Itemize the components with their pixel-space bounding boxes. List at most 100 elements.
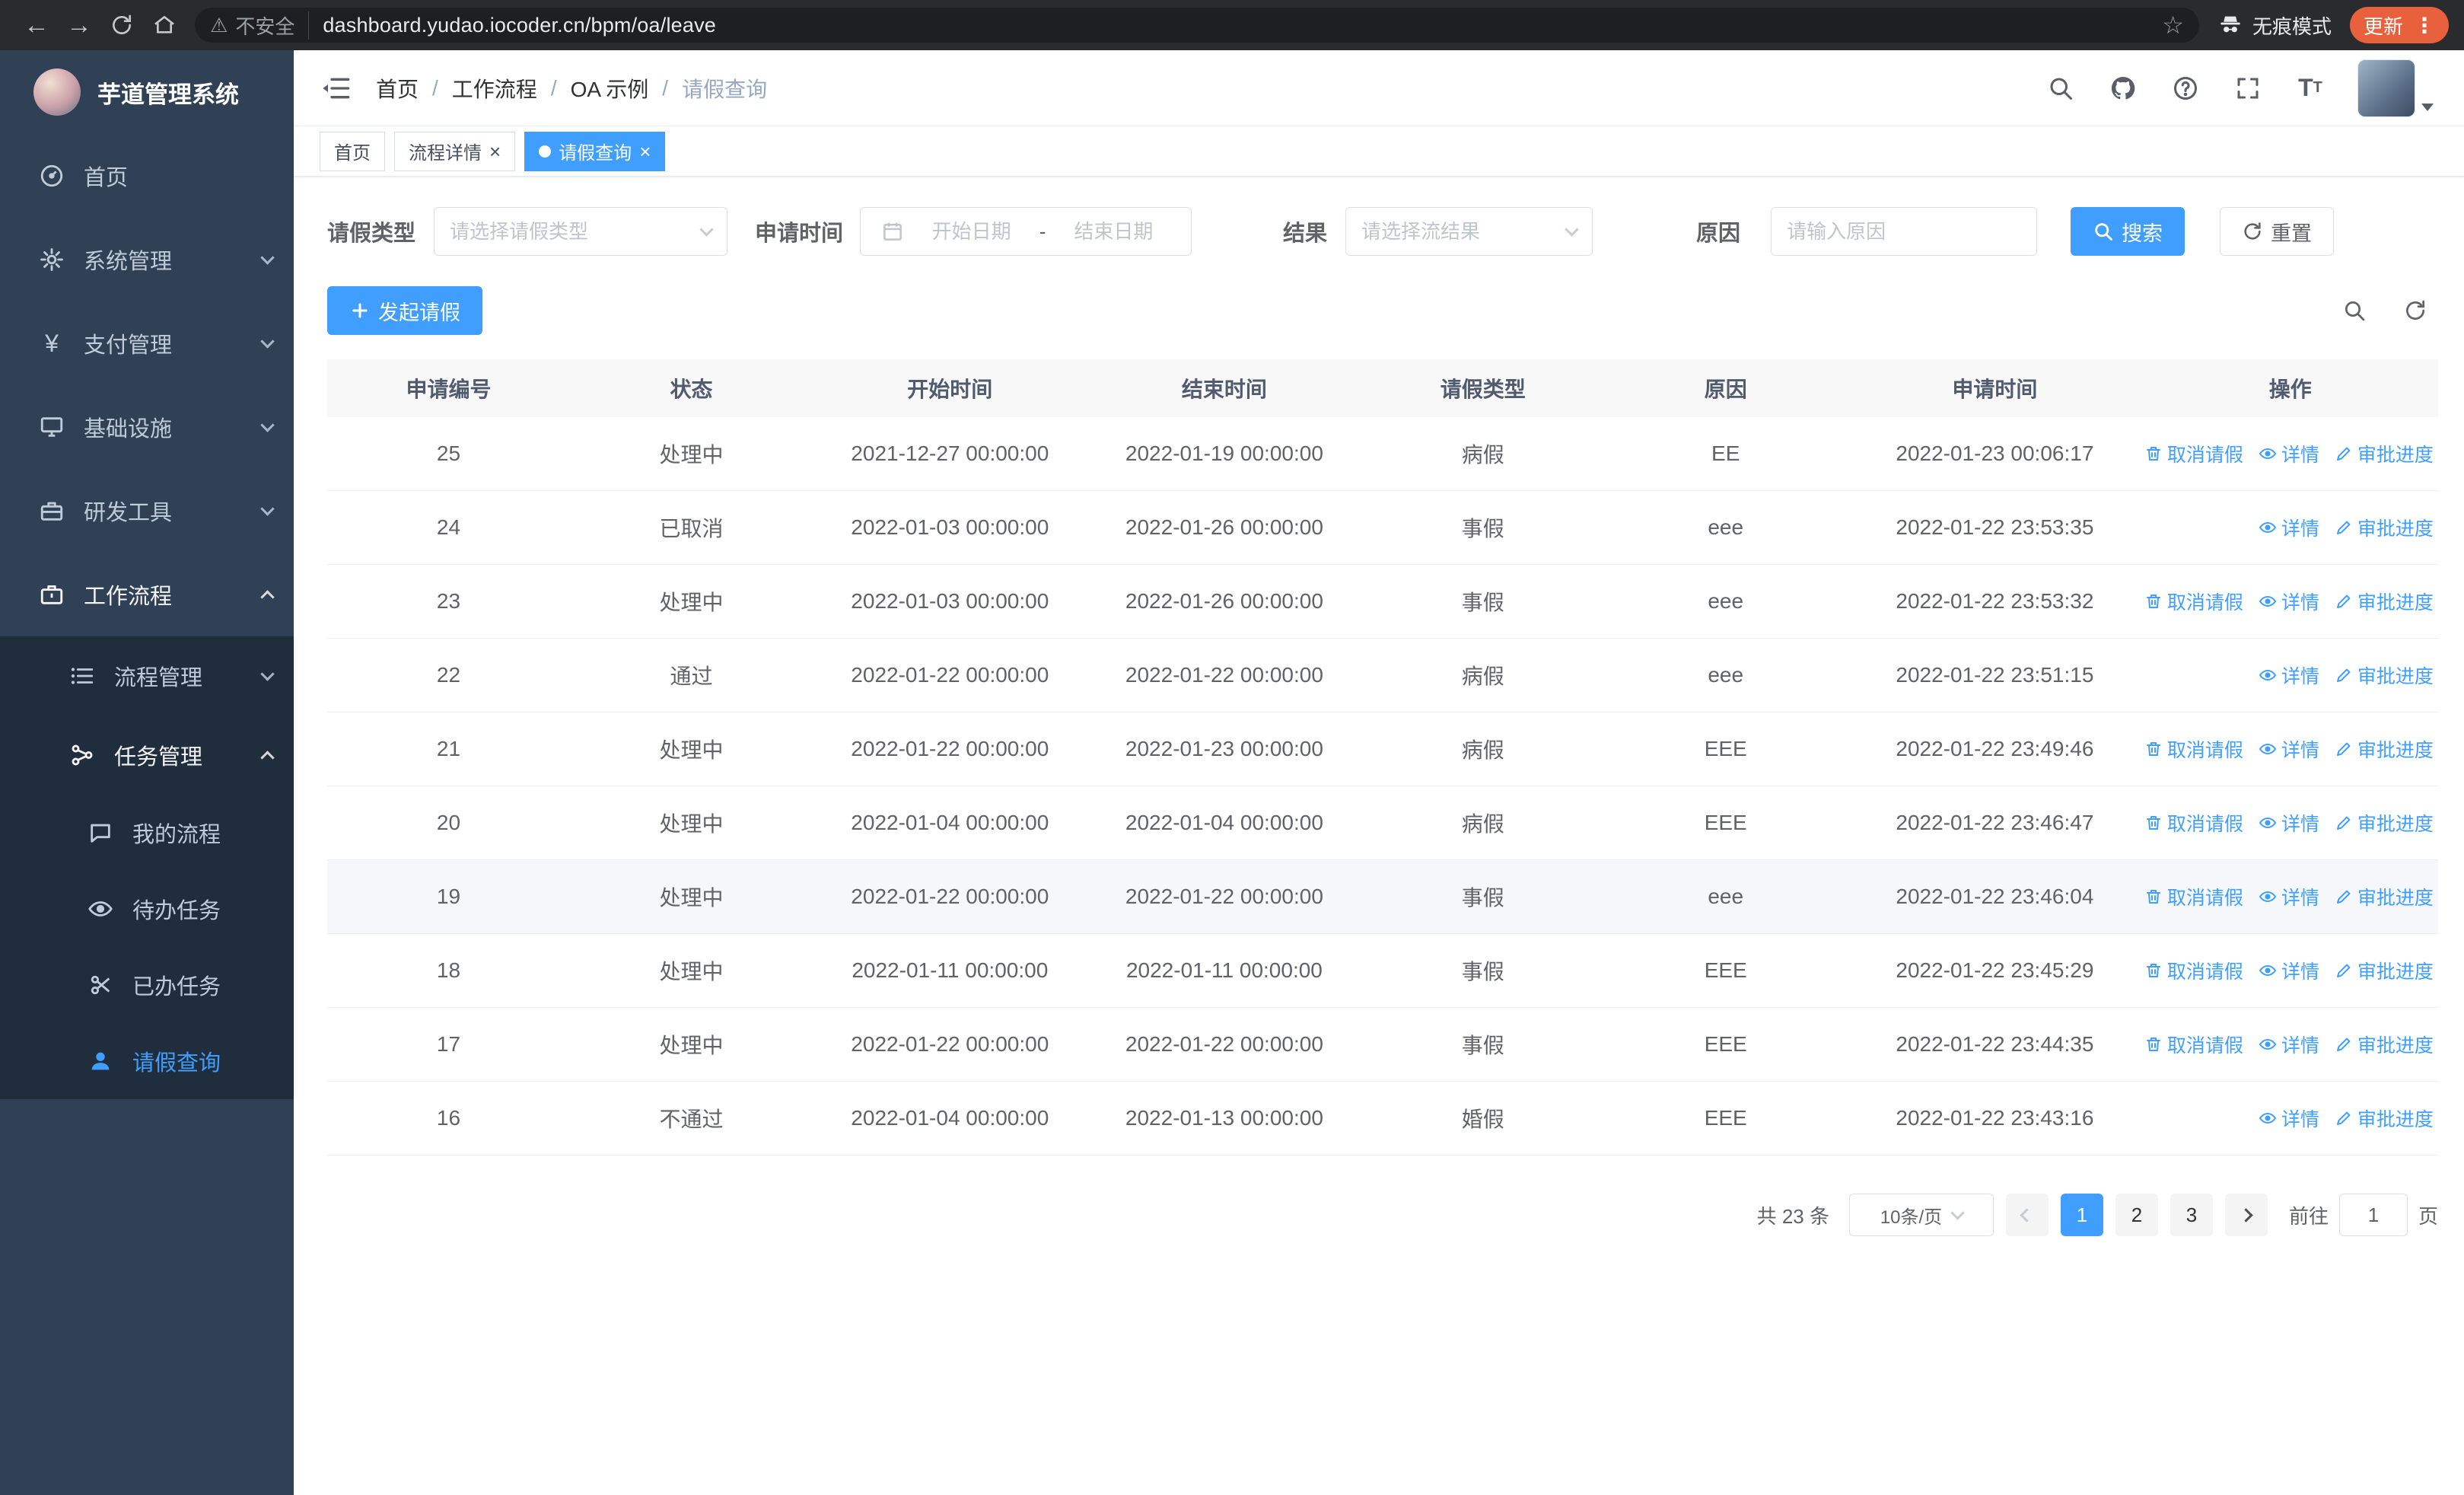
approval-progress-link[interactable]: 审批进度 xyxy=(2335,809,2434,837)
result-select[interactable] xyxy=(1345,207,1593,256)
user-menu[interactable] xyxy=(2357,59,2434,117)
cancel-leave-link[interactable]: 取消请假 xyxy=(2144,809,2243,837)
font-size-icon[interactable]: TT xyxy=(2295,73,2326,104)
search-button[interactable]: 搜索 xyxy=(2071,207,2185,256)
close-icon[interactable]: × xyxy=(489,142,501,161)
sidebar-item-devtools[interactable]: 研发工具 xyxy=(0,469,294,553)
close-icon[interactable]: × xyxy=(639,142,651,161)
reset-button[interactable]: 重置 xyxy=(2220,207,2335,256)
sidebar-item-workflow[interactable]: 工作流程 xyxy=(0,553,294,636)
sidebar-item-home[interactable]: 首页 xyxy=(0,134,294,218)
delete-icon xyxy=(2144,888,2163,906)
next-page-button[interactable] xyxy=(2224,1194,2268,1236)
approval-progress-link[interactable]: 审批进度 xyxy=(2335,514,2434,541)
sidebar-item-infrastructure[interactable]: 基础设施 xyxy=(0,385,294,469)
approval-progress-link[interactable]: 审批进度 xyxy=(2335,1105,2434,1132)
help-icon[interactable] xyxy=(2170,73,2201,104)
sidebar-item-leave-query[interactable]: 请假查询 xyxy=(0,1023,294,1099)
browser-menu-icon[interactable]: ⋮ xyxy=(2414,13,2435,38)
end-date-input[interactable] xyxy=(1056,219,1171,244)
browser-update-button[interactable]: 更新 ⋮ xyxy=(2349,7,2449,43)
detail-link[interactable]: 详情 xyxy=(2259,1031,2319,1058)
breadcrumb-home[interactable]: 首页 xyxy=(376,73,419,104)
page-size-select[interactable]: 10条/页 xyxy=(1848,1194,1994,1236)
cell-id: 24 xyxy=(436,515,461,539)
apply-time-range-picker[interactable]: - xyxy=(860,207,1192,256)
cell-status: 通过 xyxy=(670,665,713,688)
leave-type-input[interactable] xyxy=(450,219,693,244)
fullscreen-icon[interactable] xyxy=(2233,73,2263,104)
detail-link[interactable]: 详情 xyxy=(2259,514,2319,541)
search-icon[interactable] xyxy=(2045,73,2076,104)
cancel-leave-link[interactable]: 取消请假 xyxy=(2144,1031,2243,1058)
github-icon[interactable] xyxy=(2108,73,2138,104)
breadcrumb-separator: / xyxy=(432,75,438,100)
cell-status: 处理中 xyxy=(659,591,724,614)
toggle-search-icon[interactable] xyxy=(2339,295,2370,326)
cell-id: 21 xyxy=(436,737,461,760)
browser-reload-icon[interactable] xyxy=(100,7,143,43)
sidebar-item-process-management[interactable]: 流程管理 xyxy=(0,636,294,716)
detail-link[interactable]: 详情 xyxy=(2259,735,2319,763)
sidebar-item-payment[interactable]: ¥ 支付管理 xyxy=(0,301,294,385)
detail-link[interactable]: 详情 xyxy=(2259,809,2319,837)
sidebar-item-todo-tasks[interactable]: 待办任务 xyxy=(0,871,294,947)
cancel-leave-link[interactable]: 取消请假 xyxy=(2144,440,2243,467)
detail-link[interactable]: 详情 xyxy=(2259,440,2319,467)
cell-apply-time: 2022-01-22 23:53:35 xyxy=(1896,515,2094,539)
app-logo[interactable]: 芋道管理系统 xyxy=(0,50,294,134)
leave-type-select[interactable] xyxy=(434,207,728,256)
address-bar[interactable]: ⚠ 不安全 dashboard.yudao.iocoder.cn/bpm/oa/… xyxy=(195,8,2199,43)
detail-link[interactable]: 详情 xyxy=(2259,883,2319,910)
page-button-1[interactable]: 1 xyxy=(2060,1194,2103,1236)
detail-link[interactable]: 详情 xyxy=(2259,661,2319,689)
tab-leave-query[interactable]: 请假查询 × xyxy=(524,131,666,171)
user-avatar[interactable] xyxy=(2357,59,2415,117)
refresh-table-icon[interactable] xyxy=(2400,295,2431,326)
delete-icon xyxy=(2144,740,2163,758)
prev-page-button[interactable] xyxy=(2005,1194,2049,1236)
result-input[interactable] xyxy=(1361,219,1558,244)
table-row: 17 处理中 2022-01-22 00:00:00 2022-01-22 00:00… xyxy=(327,1008,2438,1082)
approval-progress-link[interactable]: 审批进度 xyxy=(2335,957,2434,984)
tab-process-detail[interactable]: 流程详情 × xyxy=(394,131,516,171)
reason-field[interactable] xyxy=(1771,207,2038,256)
cancel-leave-link[interactable]: 取消请假 xyxy=(2144,883,2243,910)
approval-progress-link[interactable]: 审批进度 xyxy=(2335,1031,2434,1058)
approval-progress-link[interactable]: 审批进度 xyxy=(2335,588,2434,615)
browser-forward-icon[interactable]: → xyxy=(58,7,100,43)
detail-link[interactable]: 详情 xyxy=(2259,1105,2319,1132)
approval-progress-link[interactable]: 审批进度 xyxy=(2335,440,2434,467)
sidebar-toggle-icon[interactable] xyxy=(317,69,355,107)
page-button-3[interactable]: 3 xyxy=(2170,1194,2213,1236)
page-button-2[interactable]: 2 xyxy=(2115,1194,2158,1236)
browser-back-icon[interactable]: ← xyxy=(15,7,58,43)
goto-page-input[interactable] xyxy=(2338,1194,2408,1236)
breadcrumb-workflow[interactable]: 工作流程 xyxy=(452,73,537,104)
browser-home-icon[interactable] xyxy=(143,7,186,43)
cancel-leave-link[interactable]: 取消请假 xyxy=(2144,735,2243,763)
incognito-label: 无痕模式 xyxy=(2252,14,2332,38)
security-warning[interactable]: ⚠ 不安全 xyxy=(210,11,310,40)
col-header-start: 开始时间 xyxy=(907,378,993,401)
cell-leave-type: 病假 xyxy=(1461,443,1504,467)
breadcrumb-oa-example[interactable]: OA 示例 xyxy=(571,73,649,104)
approval-progress-link[interactable]: 审批进度 xyxy=(2335,661,2434,689)
approval-progress-link[interactable]: 审批进度 xyxy=(2335,735,2434,763)
tab-home[interactable]: 首页 xyxy=(320,131,385,171)
reason-input[interactable] xyxy=(1787,219,2022,244)
edit-icon xyxy=(2335,1035,2353,1054)
bookmark-star-icon[interactable]: ☆ xyxy=(2162,11,2184,40)
detail-link[interactable]: 详情 xyxy=(2259,957,2319,984)
detail-link[interactable]: 详情 xyxy=(2259,588,2319,615)
cancel-leave-link[interactable]: 取消请假 xyxy=(2144,588,2243,615)
start-date-input[interactable] xyxy=(914,219,1029,244)
sidebar-item-done-tasks[interactable]: 已办任务 xyxy=(0,947,294,1023)
sidebar-item-system[interactable]: 系统管理 xyxy=(0,218,294,301)
create-leave-button[interactable]: 发起请假 xyxy=(327,286,482,335)
approval-progress-link[interactable]: 审批进度 xyxy=(2335,883,2434,910)
url-text[interactable]: dashboard.yudao.iocoder.cn/bpm/oa/leave xyxy=(323,14,2162,37)
cancel-leave-link[interactable]: 取消请假 xyxy=(2144,957,2243,984)
sidebar-item-task-management[interactable]: 任务管理 xyxy=(0,716,294,795)
sidebar-item-my-process[interactable]: 我的流程 xyxy=(0,795,294,871)
